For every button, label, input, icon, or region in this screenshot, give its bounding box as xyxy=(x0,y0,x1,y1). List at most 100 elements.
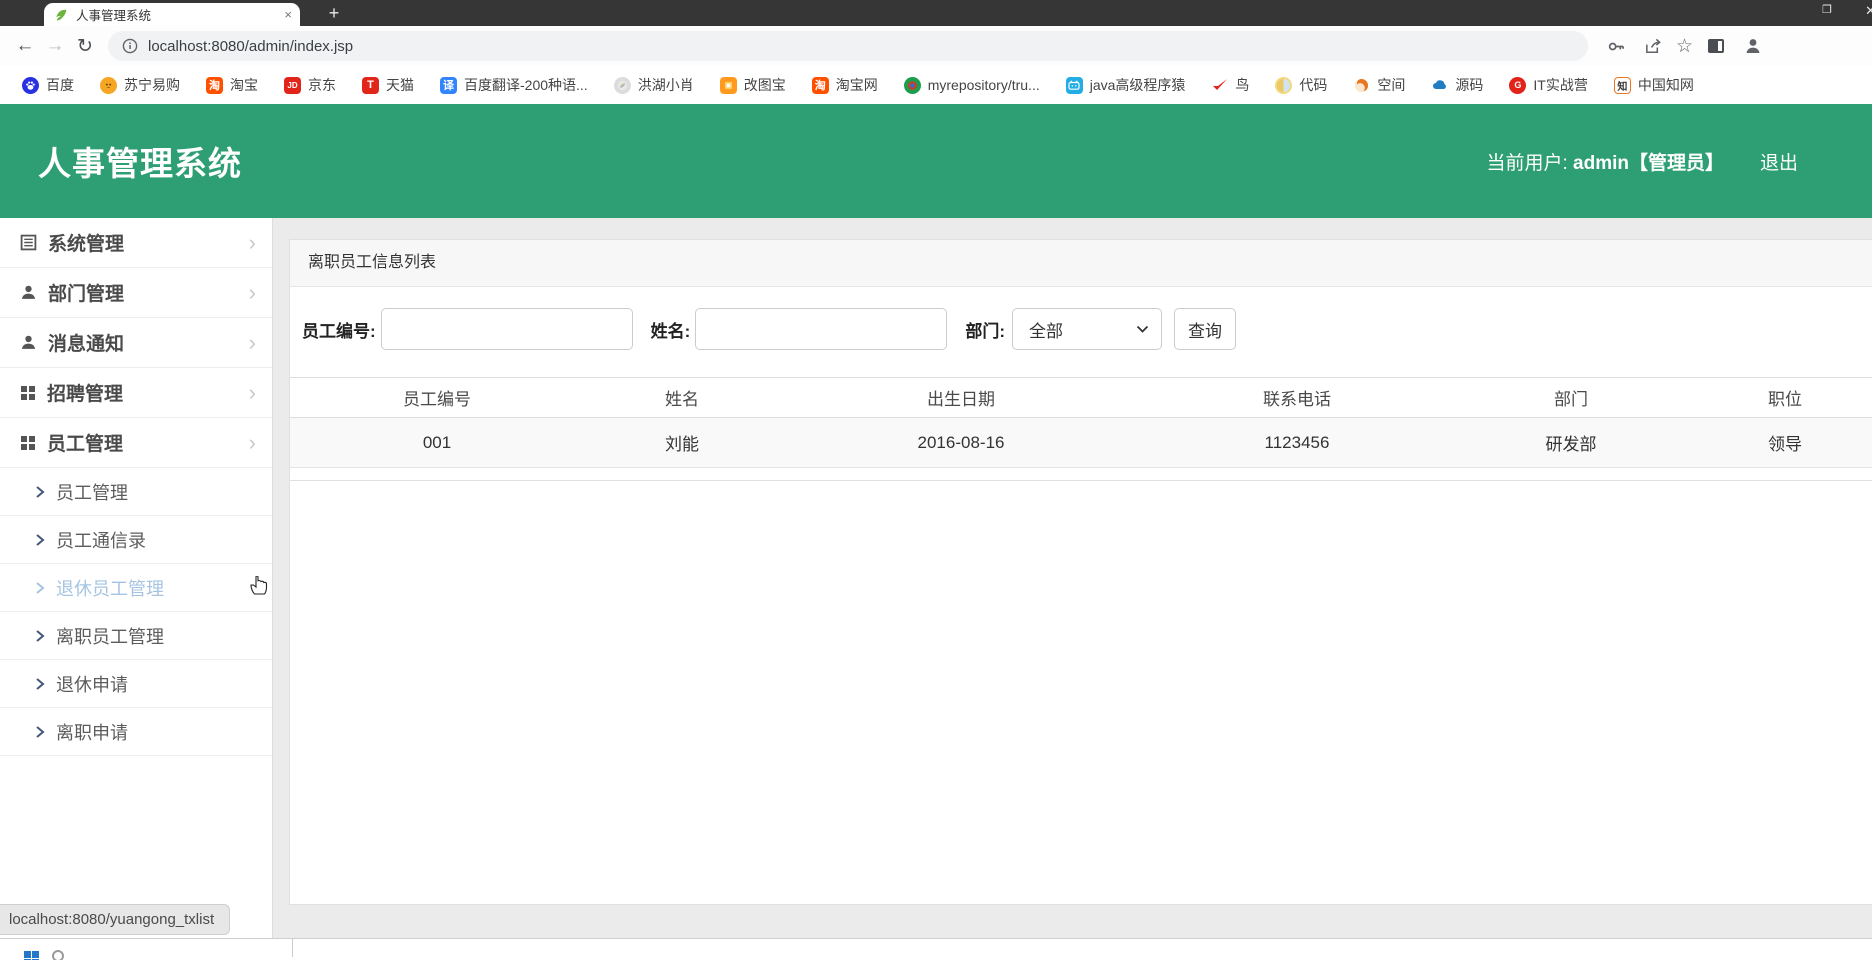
current-user-value: admin【管理员】 xyxy=(1573,152,1724,174)
col-dept: 部门 xyxy=(1452,377,1690,418)
chevron-right-icon: › xyxy=(248,229,256,255)
sidebar-subitem-employee-mgmt[interactable]: 员工管理 xyxy=(0,468,272,516)
sidebar-subitem-employee-contacts[interactable]: 员工通信录 xyxy=(0,516,272,564)
sidebar-item-notifications[interactable]: 消息通知 › xyxy=(0,318,272,368)
chevron-right-icon: › xyxy=(248,429,256,455)
bookmark-it-shizhanying[interactable]: G IT实战营 xyxy=(1509,75,1588,95)
grid-icon xyxy=(20,385,36,401)
bookmark-niao[interactable]: 鸟 xyxy=(1211,75,1249,95)
employee-table: 员工编号 姓名 出生日期 联系电话 部门 职位 001 刘能 2016-08-1 xyxy=(290,377,1872,468)
red-check-icon xyxy=(1211,77,1228,94)
emp-no-input[interactable] xyxy=(380,308,633,350)
bird-avatar-icon xyxy=(613,76,631,94)
bookmark-tmall[interactable]: T 天猫 xyxy=(362,75,414,95)
tab-close-icon[interactable]: × xyxy=(284,8,292,21)
browser-tab[interactable]: 人事管理系统 × xyxy=(44,3,300,26)
grid-icon xyxy=(20,435,36,451)
chevron-right-icon xyxy=(34,629,46,643)
cell-dept: 研发部 xyxy=(1452,417,1690,468)
screen: 人事管理系统 × + ❐ ✕ ← → ↻ localhost:8080/admi… xyxy=(0,0,1872,960)
cell-emp-no: 001 xyxy=(290,417,584,468)
bookmark-myrepository[interactable]: myrepository/tru... xyxy=(903,76,1040,94)
back-button[interactable]: ← xyxy=(10,31,40,61)
bookmarks-bar: 百度 苏宁易购 淘 淘宝 JD 京东 T 天猫 译 百度翻译-200种语... … xyxy=(0,66,1872,104)
it-camp-icon: G xyxy=(1509,76,1527,94)
emp-no-label: 员工编号: xyxy=(302,321,376,341)
current-user: 当前用户: admin【管理员】 xyxy=(1486,148,1724,175)
main-content: 离职员工信息列表 员工编号: 姓名: 部门: 全部 查询 员工编号 姓名 出生日… xyxy=(273,218,1872,938)
bookmark-yuanma[interactable]: 源码 xyxy=(1431,75,1483,95)
browser-toolbar: ← → ↻ localhost:8080/admin/index.jsp ☆ xyxy=(0,26,1872,66)
bookmark-honghuxiaoxiao[interactable]: 洪湖小肖 xyxy=(613,75,694,95)
baidu-paw-icon xyxy=(22,76,39,94)
user-icon xyxy=(20,284,37,301)
bookmark-daima[interactable]: 代码 xyxy=(1275,75,1327,95)
sidebar-subitem-retired-employee-mgmt[interactable]: 退休员工管理 xyxy=(0,564,272,612)
table-row[interactable]: 001 刘能 2016-08-16 1123456 研发部 领导 xyxy=(290,417,1872,468)
browser-tab-bar: 人事管理系统 × + ❐ ✕ xyxy=(0,0,1872,26)
bookmark-taobao[interactable]: 淘 淘宝 xyxy=(206,75,258,95)
chevron-down-icon xyxy=(1136,325,1149,334)
window-restore-icon[interactable]: ❐ xyxy=(1822,3,1832,16)
chevron-right-icon xyxy=(34,533,46,547)
chevron-right-icon: › xyxy=(248,279,256,305)
bookmark-taobao-net[interactable]: 淘 淘宝网 xyxy=(811,75,878,95)
col-name: 姓名 xyxy=(584,377,780,418)
col-birthdate: 出生日期 xyxy=(780,377,1142,418)
sidebar-subitem-resigned-employee-mgmt[interactable]: 离职员工管理 xyxy=(0,612,272,660)
name-input[interactable] xyxy=(695,308,948,350)
query-button[interactable]: 查询 xyxy=(1174,308,1237,350)
sidebar-item-system-mgmt[interactable]: 系统管理 › xyxy=(0,218,272,268)
bookmark-jd[interactable]: JD 京东 xyxy=(284,75,336,95)
sidebar-subitem-resign-apply[interactable]: 离职申请 xyxy=(0,708,272,756)
user-icon xyxy=(20,334,37,351)
dept-select[interactable]: 全部 xyxy=(1012,308,1163,350)
dept-label: 部门: xyxy=(965,321,1006,341)
share-icon[interactable] xyxy=(1639,32,1667,60)
bookmark-java-programmer[interactable]: java高级程序猿 xyxy=(1065,75,1185,95)
bookmark-baidu[interactable]: 百度 xyxy=(22,75,74,95)
blue-cloud-icon xyxy=(1431,77,1448,94)
search-form: 员工编号: 姓名: 部门: 全部 查询 xyxy=(302,307,1872,351)
sidebar-item-recruit-mgmt[interactable]: 招聘管理 › xyxy=(0,368,272,418)
cell-position: 领导 xyxy=(1690,417,1872,468)
cell-phone: 1123456 xyxy=(1142,417,1452,468)
resigned-employee-panel: 离职员工信息列表 员工编号: 姓名: 部门: 全部 查询 员工编号 姓名 出生日… xyxy=(289,239,1872,905)
clipped-glyph xyxy=(52,950,64,960)
list-icon xyxy=(20,234,37,251)
swirl-icon xyxy=(1353,76,1371,94)
site-title: 人事管理系统 xyxy=(38,145,242,182)
chevron-right-icon xyxy=(34,725,46,739)
col-phone: 联系电话 xyxy=(1142,377,1452,418)
bookmark-kongjian[interactable]: 空间 xyxy=(1353,75,1405,95)
bookmark-suning[interactable]: 苏宁易购 xyxy=(100,75,180,95)
reload-button[interactable]: ↻ xyxy=(70,31,100,61)
bookmark-cnki[interactable]: 知 中国知网 xyxy=(1613,75,1694,95)
url-text[interactable]: localhost:8080/admin/index.jsp xyxy=(148,38,353,55)
sidebar-item-employee-mgmt[interactable]: 员工管理 › xyxy=(0,418,272,468)
bookmark-star-icon[interactable]: ☆ xyxy=(1676,35,1693,58)
current-user-label: 当前用户: xyxy=(1486,152,1568,174)
window-close-icon[interactable]: ✕ xyxy=(1865,3,1872,19)
forward-button[interactable]: → xyxy=(40,31,70,61)
logout-link[interactable]: 退出 xyxy=(1760,148,1798,175)
bookmark-baidu-translate[interactable]: 译 百度翻译-200种语... xyxy=(440,75,588,95)
side-panel-icon[interactable] xyxy=(1702,32,1730,60)
cell-birthdate: 2016-08-16 xyxy=(780,417,1142,468)
site-info-icon[interactable] xyxy=(122,38,138,54)
jd-icon: JD xyxy=(284,76,301,94)
address-bar[interactable]: localhost:8080/admin/index.jsp xyxy=(108,31,1588,61)
site-header: 人事管理系统 当前用户: admin【管理员】 退出 xyxy=(0,104,1872,218)
sidebar-subitem-retire-apply[interactable]: 退休申请 xyxy=(0,660,272,708)
cell-name: 刘能 xyxy=(584,417,780,468)
status-bar-link-preview: localhost:8080/yuangong_txlist xyxy=(0,904,230,935)
name-label: 姓名: xyxy=(650,321,691,341)
bookmark-gaitubao[interactable]: 改图宝 xyxy=(719,75,786,95)
profile-avatar-icon[interactable] xyxy=(1739,32,1767,60)
bilibili-tv-icon xyxy=(1065,76,1083,94)
new-tab-button[interactable]: + xyxy=(322,1,346,25)
chevron-right-icon xyxy=(34,485,46,499)
sidebar-item-department-mgmt[interactable]: 部门管理 › xyxy=(0,268,272,318)
mouse-cursor xyxy=(248,575,270,607)
password-key-icon[interactable] xyxy=(1602,32,1630,60)
